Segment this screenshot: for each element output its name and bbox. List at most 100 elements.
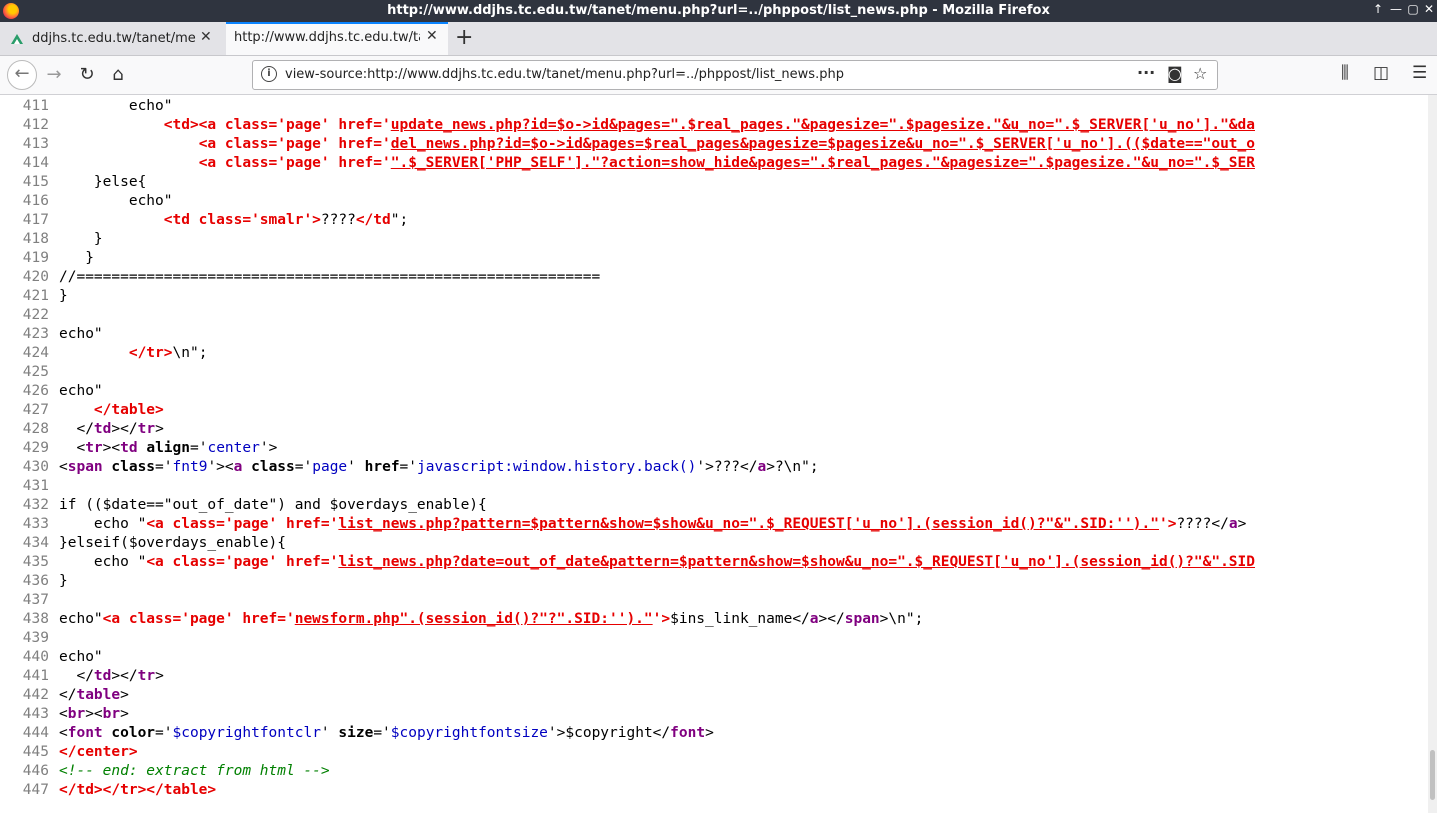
reload-button[interactable]: ↻ xyxy=(74,62,100,88)
source-token: echo" xyxy=(59,611,103,627)
source-link[interactable]: ".$_SERVER['PHP_SELF']."?action=show_hid… xyxy=(391,155,1255,171)
home-button[interactable]: ⌂ xyxy=(105,62,131,88)
source-token: size xyxy=(338,725,374,741)
source-token: echo" xyxy=(59,193,173,209)
source-token: <a class='page' href=' xyxy=(146,516,339,532)
close-window-button[interactable]: ✕ xyxy=(1421,2,1437,16)
line-number: 427 xyxy=(22,402,49,418)
line-number: 446 xyxy=(22,763,49,779)
source-token: center xyxy=(207,440,260,456)
source-token: br xyxy=(102,706,121,722)
source-token: '>$copyright</ xyxy=(547,725,671,741)
source-token: br xyxy=(67,706,86,722)
window-titlebar: http://www.ddjhs.tc.edu.tw/tanet/menu.ph… xyxy=(0,0,1437,22)
line-number: 414 xyxy=(22,155,49,171)
site-info-icon[interactable]: i xyxy=(261,66,277,82)
source-token xyxy=(242,459,251,475)
vertical-scrollbar[interactable] xyxy=(1428,95,1437,813)
line-number: 420 xyxy=(22,269,49,285)
pocket-icon[interactable]: ◙ xyxy=(1167,64,1183,83)
view-source-content: 411 echo" 412 <td><a class='page' href='u… xyxy=(0,95,1428,813)
page-actions-menu-icon[interactable]: ··· xyxy=(1137,63,1155,82)
source-token: ' xyxy=(320,725,339,741)
tab-label: ddjhs.tc.edu.tw/tanet/me xyxy=(32,31,196,46)
source-token: > xyxy=(1237,516,1247,532)
source-line: 414 <a class='page' href='".$_SERVER['PH… xyxy=(0,154,1255,173)
source-token: } xyxy=(59,573,68,589)
new-tab-button[interactable]: + xyxy=(455,25,473,50)
source-token: </ xyxy=(59,668,94,684)
source-token: class xyxy=(111,459,156,475)
source-token: td xyxy=(93,668,112,684)
scrollbar-thumb[interactable] xyxy=(1430,750,1435,800)
tab-label: http://www.ddjhs.tc.edu.tw/ta xyxy=(234,30,420,45)
source-line: 415 }else{ xyxy=(0,173,147,192)
site-favicon-icon xyxy=(11,34,23,44)
menu-icon[interactable]: ☰ xyxy=(1412,63,1427,83)
source-token: echo " xyxy=(59,554,147,570)
source-link[interactable]: list_news.php?pattern=$pattern&show=$sho… xyxy=(338,516,1159,532)
source-token: } xyxy=(59,250,94,266)
line-number: 418 xyxy=(22,231,49,247)
bookmark-star-icon[interactable]: ☆ xyxy=(1193,64,1207,83)
source-token: echo" xyxy=(59,649,103,665)
line-number: 432 xyxy=(22,497,49,513)
source-token: if (($date=="out_of_date") and $overdays… xyxy=(59,497,487,513)
source-token: > xyxy=(120,687,129,703)
tab-ddjhs[interactable]: ddjhs.tc.edu.tw/tanet/me ✕ xyxy=(0,24,224,54)
source-line: 441 </td></tr> xyxy=(0,667,164,686)
source-token: span xyxy=(844,611,880,627)
line-number: 435 xyxy=(22,554,49,570)
source-link[interactable]: del_news.php?id=$o->id&pages=$real_pages… xyxy=(391,136,1255,152)
source-token: } xyxy=(59,231,103,247)
source-link[interactable]: update_news.php?id=$o->id&pages=".$real_… xyxy=(391,117,1255,133)
source-line: 427 </table> xyxy=(0,401,164,420)
minimize-button[interactable]: — xyxy=(1388,2,1404,16)
source-token: table xyxy=(76,687,121,703)
source-line: 432 if (($date=="out_of_date") and $overd… xyxy=(0,496,487,515)
forward-button[interactable]: → xyxy=(41,62,67,88)
source-token: font xyxy=(670,725,706,741)
line-number: 444 xyxy=(22,725,49,741)
close-tab-icon[interactable]: ✕ xyxy=(426,28,438,44)
line-number: 429 xyxy=(22,440,49,456)
url-bar[interactable]: i view-source:http://www.ddjhs.tc.edu.tw… xyxy=(252,60,1218,90)
source-token: =' xyxy=(294,459,313,475)
library-icon[interactable]: ⫼ xyxy=(1341,63,1349,83)
source-token xyxy=(59,136,199,152)
line-number: 447 xyxy=(22,782,49,798)
source-token: href xyxy=(364,459,400,475)
source-token: < xyxy=(59,725,68,741)
sidebar-icon[interactable]: ◫ xyxy=(1373,63,1389,83)
source-line: 424 </tr>\n"; xyxy=(0,344,208,363)
source-token xyxy=(59,117,164,133)
keep-above-icon[interactable]: ↑ xyxy=(1370,2,1386,16)
source-line: 428 </td></tr> xyxy=(0,420,164,439)
source-token: <a class='page' href=' xyxy=(102,611,295,627)
close-tab-icon[interactable]: ✕ xyxy=(200,29,212,45)
line-number: 434 xyxy=(22,535,49,551)
source-link[interactable]: list_news.php?date=out_of_date&pattern=$… xyxy=(338,554,1255,570)
source-line: 412 <td><a class='page' href='update_new… xyxy=(0,116,1255,135)
source-line: 426 echo" xyxy=(0,382,103,401)
source-line: 418 } xyxy=(0,230,103,249)
source-token: <a class='page' href=' xyxy=(198,136,391,152)
line-number: 440 xyxy=(22,649,49,665)
tab-strip: ddjhs.tc.edu.tw/tanet/me ✕ http://www.dd… xyxy=(0,22,1437,56)
source-token: echo " xyxy=(59,516,147,532)
maximize-button[interactable]: ▢ xyxy=(1405,2,1421,16)
tab-view-source[interactable]: http://www.ddjhs.tc.edu.tw/ta ✕ xyxy=(226,22,448,55)
source-token: <a class='page' href=' xyxy=(198,155,391,171)
source-line: 422 xyxy=(0,306,59,325)
source-token: =' xyxy=(155,459,173,475)
url-text[interactable]: view-source:http://www.ddjhs.tc.edu.tw/t… xyxy=(285,67,844,82)
source-token: < xyxy=(59,440,86,456)
line-number: 415 xyxy=(22,174,49,190)
source-token: <!-- end: extract from html --> xyxy=(59,763,330,779)
source-link[interactable]: newsform.php".(session_id()?"?".SID:'').… xyxy=(295,611,653,627)
line-number: 425 xyxy=(22,364,49,380)
source-token: </ xyxy=(59,421,94,437)
source-line: 413 <a class='page' href='del_news.php?i… xyxy=(0,135,1255,154)
source-token: '> xyxy=(259,440,278,456)
back-button[interactable]: ← xyxy=(7,60,37,90)
